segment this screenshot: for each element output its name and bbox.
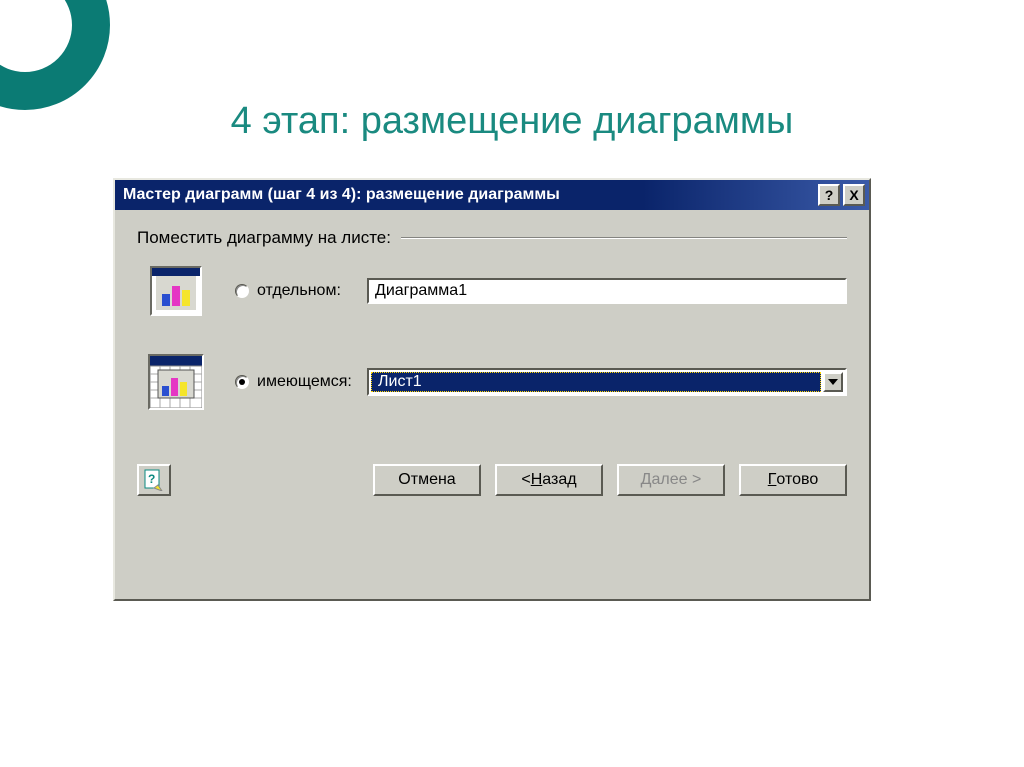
cancel-button[interactable]: Отмена <box>373 464 481 496</box>
decorative-ring <box>0 0 110 110</box>
new-sheet-icon <box>147 266 205 316</box>
svg-text:?: ? <box>148 472 155 486</box>
titlebar-text: Мастер диаграмм (шаг 4 из 4): размещение… <box>123 186 815 204</box>
finish-rest: отово <box>776 471 818 489</box>
finish-underline: Г <box>768 471 777 489</box>
radio-existing-sheet-label: имеющемся: <box>257 373 367 391</box>
back-prefix: < <box>521 471 530 489</box>
radio-new-sheet[interactable] <box>235 284 249 298</box>
option-existing-sheet-row: имеющемся: Лист1 <box>137 354 847 410</box>
sheet-chart-icon <box>150 356 202 408</box>
next-button: Далее > <box>617 464 725 496</box>
context-help-button[interactable]: ? <box>137 464 171 496</box>
radio-new-sheet-label: отдельном: <box>257 282 367 300</box>
slide-title: 4 этап: размещение диаграммы <box>0 100 1024 143</box>
new-sheet-name-value: Диаграмма1 <box>375 282 467 300</box>
button-row: ? Отмена < Назад Далее > Готово <box>137 440 847 496</box>
bar-chart-icon <box>160 280 196 308</box>
option-new-sheet-row: отдельном: Диаграмма1 <box>137 266 847 316</box>
help-icon: ? <box>144 469 164 491</box>
wizard-dialog: Мастер диаграмм (шаг 4 из 4): размещение… <box>113 178 871 601</box>
group-label: Поместить диаграмму на листе: <box>137 228 391 248</box>
existing-sheet-combo[interactable]: Лист1 <box>367 368 847 396</box>
new-sheet-name-input[interactable]: Диаграмма1 <box>367 278 847 304</box>
group-header: Поместить диаграмму на листе: <box>137 228 847 248</box>
finish-button[interactable]: Готово <box>739 464 847 496</box>
titlebar-close-button[interactable]: X <box>843 184 865 206</box>
group-divider <box>401 237 847 239</box>
existing-sheet-icon <box>147 354 205 410</box>
titlebar: Мастер диаграмм (шаг 4 из 4): размещение… <box>115 180 869 210</box>
chevron-down-icon[interactable] <box>823 372 843 392</box>
titlebar-help-button[interactable]: ? <box>818 184 840 206</box>
back-underline: Н <box>531 471 543 489</box>
existing-sheet-selected: Лист1 <box>371 372 821 392</box>
dialog-body: Поместить диаграмму на листе: отдельном: <box>115 210 869 510</box>
back-button[interactable]: < Назад <box>495 464 603 496</box>
radio-existing-sheet[interactable] <box>235 375 249 389</box>
back-rest: азад <box>542 471 576 489</box>
